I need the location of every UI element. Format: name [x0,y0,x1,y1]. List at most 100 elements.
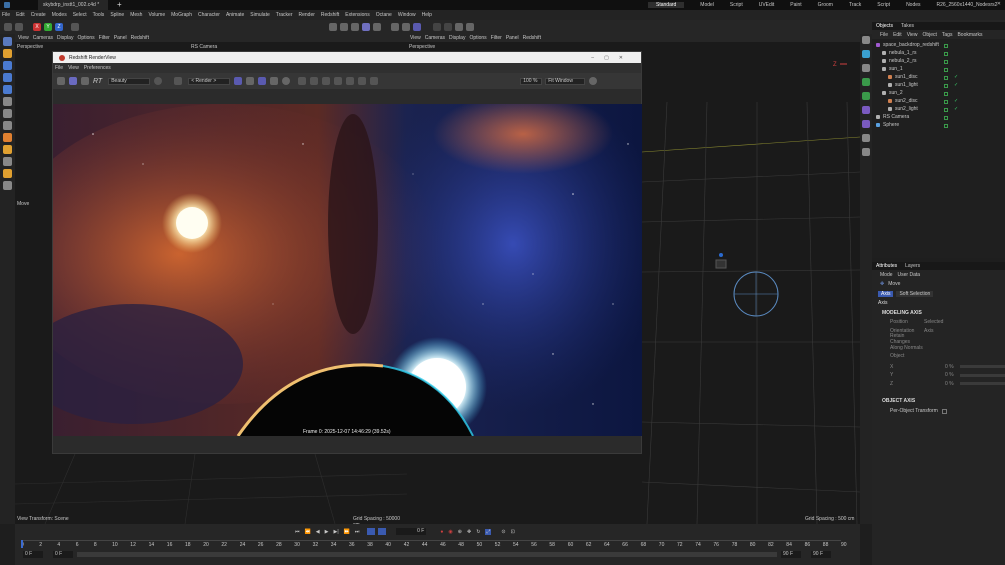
objects-menu-view[interactable]: View [907,32,918,38]
layout-tab-0[interactable]: Standard [648,2,685,8]
viewport-left-menu-panel[interactable]: Panel [114,35,127,41]
attribute-xyz-value[interactable]: 0 % [926,381,954,387]
zoom-in-icon[interactable] [310,77,319,85]
preview-range-icon[interactable] [378,528,387,535]
object-row[interactable]: nebula_1_rs [872,49,1005,57]
layout-tab-7[interactable]: Script [877,2,890,8]
lens-icon[interactable] [154,77,163,85]
play-icon[interactable]: ▶ [325,529,329,535]
menu-item-window[interactable]: Window [398,12,416,18]
render-region-icon[interactable] [362,23,370,31]
layout-tab-4[interactable]: Paint [790,2,801,8]
attribute-field-value[interactable]: Selected [924,319,943,325]
model-mode-icon[interactable] [3,133,12,142]
tag-icon[interactable]: ✓ [954,105,958,113]
range-end2-field[interactable]: 90 F [811,550,831,558]
object-row[interactable]: RS Camera [872,113,1005,121]
viewport-left-menu-view[interactable]: View [18,35,29,41]
timeline-ruler[interactable]: 0246810121416182022242628303234363840424… [21,540,847,548]
brush-icon[interactable] [3,157,12,166]
snap-icon[interactable] [391,23,399,31]
objects-menu-file[interactable]: File [880,32,888,38]
object-row[interactable]: sun_1 [872,65,1005,73]
rotation-key-icon[interactable]: ↻ [476,529,480,535]
visibility-icon[interactable] [944,100,948,104]
knife-icon[interactable] [3,169,12,178]
document-tab[interactable]: skybdrp_instt1_002.c4d * [38,0,108,10]
viewport-right-menu-redshift[interactable]: Redshift [523,35,541,41]
visibility-icon[interactable] [944,124,948,128]
render-view-window[interactable]: Redshift RenderView –▢✕ File View Preferen… [52,51,642,454]
paint-icon[interactable] [3,181,12,190]
light-object-icon[interactable] [862,134,870,142]
menu-item-edit[interactable]: Edit [16,12,25,18]
save-image-icon[interactable] [346,77,355,85]
object-row[interactable]: sun2_light ✓ [872,105,1005,113]
subtab-axis[interactable]: Axis [878,290,894,297]
menu-item-file[interactable]: File [2,12,10,18]
viewport-right-menu-cameras[interactable]: Cameras [425,35,445,41]
settings-icon[interactable] [370,77,379,85]
spline-icon[interactable] [444,23,452,31]
coordinate-system-icon[interactable] [71,23,79,31]
viewport-right-menu-options[interactable]: Options [469,35,486,41]
pan-icon[interactable] [322,77,331,85]
layout-tab-1[interactable]: Model [700,2,714,8]
text-object-icon[interactable] [862,64,870,72]
objects-menu-tags[interactable]: Tags [942,32,953,38]
axis-y-button[interactable]: Y [44,23,52,31]
aov-select[interactable]: Beauty [108,77,151,85]
menu-item-modes[interactable]: Modes [52,12,67,18]
render-icon[interactable] [340,23,348,31]
cube-object-icon[interactable] [862,50,870,58]
axis-x-button[interactable]: X [33,23,41,31]
loop-icon[interactable] [367,528,376,535]
param-key-icon[interactable]: ⊙ [501,529,505,535]
menu-item-animate[interactable]: Animate [226,12,244,18]
crop-icon[interactable] [174,77,183,85]
tab-takes[interactable]: Takes [901,23,914,29]
points-mode-icon[interactable] [3,97,12,106]
attribute-xyz-value[interactable]: 0 % [926,364,954,370]
field-icon[interactable] [862,120,870,128]
visibility-icon[interactable] [944,68,948,72]
cloner-icon[interactable] [862,78,870,86]
tab-objects[interactable]: Objects [876,23,893,29]
menu-item-extensions[interactable]: Extensions [345,12,369,18]
playhead[interactable] [21,540,23,548]
menu-item-select[interactable]: Select [73,12,87,18]
visibility-icon[interactable] [944,44,948,48]
object-row[interactable]: sun1_light ✓ [872,81,1005,89]
null-object-icon[interactable] [862,36,870,44]
render-view-icon[interactable] [329,23,337,31]
split-view-icon[interactable] [258,77,267,85]
render-view-menu-view[interactable]: View [68,65,79,71]
menu-item-create[interactable]: Create [31,12,46,18]
cube-icon[interactable] [433,23,441,31]
record-icon[interactable]: ● [440,529,443,535]
subtab-soft-selection[interactable]: Soft Selection [896,290,934,297]
visibility-icon[interactable] [944,76,948,80]
bucket-icon[interactable] [234,77,243,85]
fit-icon[interactable] [298,77,307,85]
object-row[interactable]: nebula_2_rs [872,57,1005,65]
attribute-field-value[interactable]: Axis [924,328,933,334]
prev-key-icon[interactable]: ⏪ [305,529,311,535]
layout-tab-8[interactable]: Nodes [906,2,920,8]
pla-key-icon[interactable]: ⊡ [511,529,515,535]
object-row[interactable]: sun1_disc ✓ [872,73,1005,81]
window-close-icon[interactable]: ✕ [997,1,1001,7]
visibility-icon[interactable] [944,116,948,120]
menu-item-help[interactable]: Help [422,12,432,18]
rt-label[interactable]: RT [93,78,102,85]
tag-icon[interactable]: ✓ [954,81,958,89]
viewport-right-menu-panel[interactable]: Panel [506,35,519,41]
undo-icon[interactable] [4,23,12,31]
menu-item-character[interactable]: Character [198,12,220,18]
objects-menu-edit[interactable]: Edit [893,32,902,38]
snapshot-icon[interactable] [57,77,65,85]
render-mode-select[interactable]: < Render > [188,77,231,85]
range-end-field[interactable]: 90 F [781,550,801,558]
object-row[interactable]: Sphere [872,121,1005,129]
menu-item-mograph[interactable]: MoGraph [171,12,192,18]
